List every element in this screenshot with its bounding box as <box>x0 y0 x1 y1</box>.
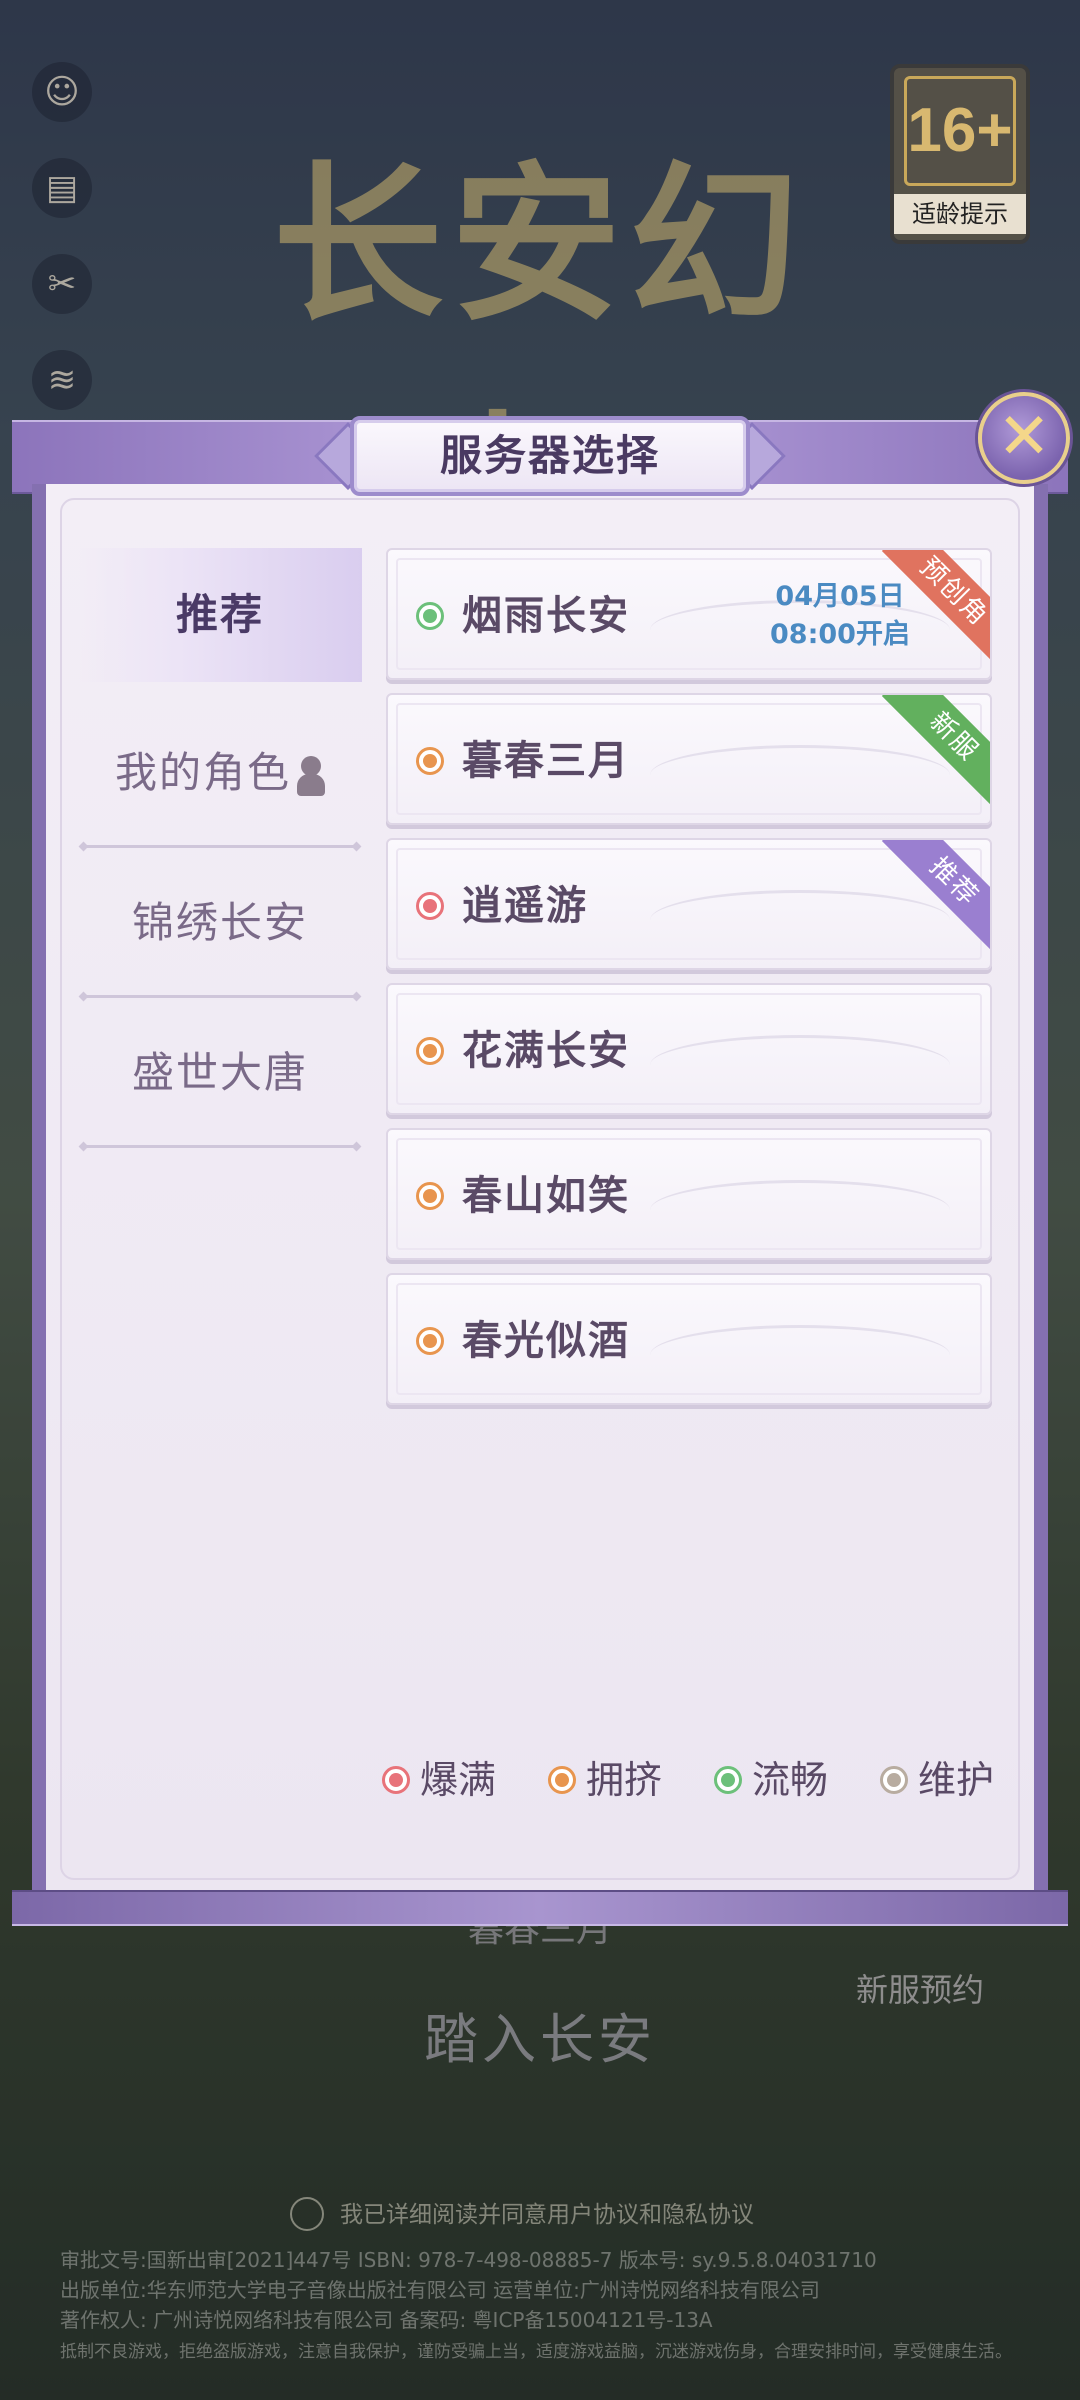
server-select-dialog: 服务器选择 ✕ 推荐 我的角色 锦绣长安 盛世大唐 烟雨长安 04月05日 08… <box>12 392 1070 1926</box>
enter-game-button: 踏入长安 <box>424 2008 656 2071</box>
server-open-time: 04月05日 08:00开启 <box>770 581 910 650</box>
status-dot-smooth <box>416 602 444 630</box>
new-server-reserve-button: 新服预约 <box>855 1971 984 2009</box>
agreement-text: 我已详细阅读并同意用户协议和隐私协议 <box>340 2202 754 2228</box>
status-dot-busy <box>416 747 444 775</box>
game-title-logo: 长安幻想 <box>272 145 807 595</box>
status-dot-busy <box>416 1182 444 1210</box>
tab-my-roles[interactable]: 我的角色 <box>78 698 362 848</box>
legal-line-4: 抵制不良游戏，拒绝盗版游戏，注意自我保护，谨防受骗上当，适度游戏益脑，沉迷游戏伤… <box>60 2342 1012 2362</box>
legend-smooth: 流畅 <box>714 1750 828 1810</box>
network-icon[interactable]: ≋ <box>32 350 92 410</box>
dialog-title-plaque: 服务器选择 <box>310 410 790 502</box>
legend-busy: 拥挤 <box>548 1750 662 1810</box>
legend-full: 爆满 <box>382 1750 496 1810</box>
tab-label: 盛世大唐 <box>131 1048 308 1097</box>
age-rating-badge[interactable]: 16+ 适龄提示 <box>890 64 1030 244</box>
age-rating-number: 16+ <box>904 76 1016 186</box>
server-item[interactable]: 春光似酒 <box>386 1273 992 1405</box>
tab-shengshi-datang[interactable]: 盛世大唐 <box>78 998 362 1148</box>
server-name: 逍遥游 <box>462 883 588 929</box>
legal-line-1: 审批文号:国新出审[2021]447号 ISBN: 978-7-498-0888… <box>60 2248 877 2272</box>
server-name: 烟雨长安 <box>462 593 630 639</box>
server-name: 暮春三月 <box>462 738 630 784</box>
status-dot-busy <box>416 1327 444 1355</box>
age-tip-label: 适龄提示 <box>894 194 1026 234</box>
server-name: 春光似酒 <box>462 1318 630 1364</box>
tab-recommended[interactable]: 推荐 <box>78 548 362 682</box>
legal-line-3: 著作权人: 广州诗悦网络科技有限公司 备案码: 粤ICP备15004121号-1… <box>60 2308 713 2332</box>
close-button[interactable]: ✕ <box>978 392 1070 484</box>
legend-dot <box>880 1766 908 1794</box>
person-icon[interactable]: ☺ <box>32 62 92 122</box>
character-icon <box>295 755 325 796</box>
server-item[interactable]: 逍遥游 推荐 <box>386 838 992 970</box>
tab-divider <box>84 1145 356 1148</box>
tab-label: 我的角色 <box>114 748 291 797</box>
server-item[interactable]: 花满长安 <box>386 983 992 1115</box>
legend-dot <box>382 1766 410 1794</box>
server-item[interactable]: 春山如笑 <box>386 1128 992 1260</box>
tab-label: 锦绣长安 <box>131 898 308 947</box>
notice-icon[interactable]: ▤ <box>32 158 92 218</box>
legal-line-2: 出版单位:华东师范大学电子音像出版社有限公司 运营单位:广州诗悦网络科技有限公司 <box>60 2278 820 2302</box>
legend-maintenance: 维护 <box>880 1750 994 1810</box>
legend-dot <box>548 1766 576 1794</box>
dialog-footer-bar <box>12 1890 1068 1926</box>
tab-label: 推荐 <box>175 590 264 639</box>
server-list: 烟雨长安 04月05日 08:00开启 预创角 暮春三月 新服 逍遥游 推荐 花… <box>386 548 996 1418</box>
legend-dot <box>714 1766 742 1794</box>
status-dot-busy <box>416 1037 444 1065</box>
server-name: 春山如笑 <box>462 1173 630 1219</box>
tools-icon[interactable]: ✂ <box>32 254 92 314</box>
close-icon: ✕ <box>997 400 1051 474</box>
server-item[interactable]: 暮春三月 新服 <box>386 693 992 825</box>
status-legend: 爆满 拥挤 流畅 维护 <box>382 1750 1022 1810</box>
tab-jinxiu-changan[interactable]: 锦绣长安 <box>78 848 362 998</box>
server-name: 花满长安 <box>462 1028 630 1074</box>
server-item[interactable]: 烟雨长安 04月05日 08:00开启 预创角 <box>386 548 992 680</box>
dialog-title: 服务器选择 <box>439 431 660 480</box>
status-dot-full <box>416 892 444 920</box>
server-group-sidebar: 推荐 我的角色 锦绣长安 盛世大唐 <box>78 548 362 1148</box>
